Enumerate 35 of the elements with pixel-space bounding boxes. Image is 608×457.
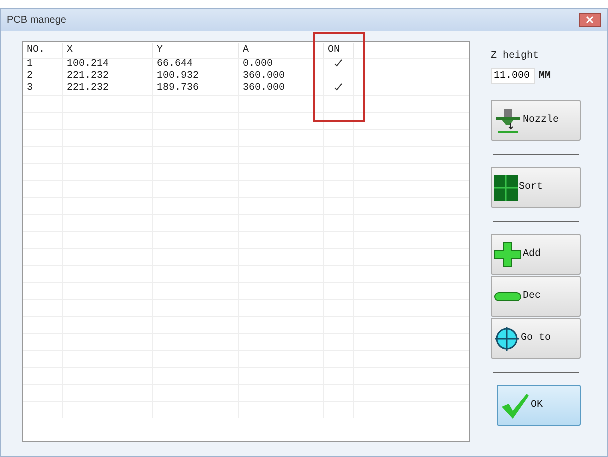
table-cell: 221.232	[63, 83, 153, 95]
add-button[interactable]: Add	[491, 234, 581, 275]
ok-button[interactable]: OK	[497, 385, 581, 426]
go-to-button[interactable]: Go to	[491, 318, 581, 359]
dec-button[interactable]: Dec	[491, 276, 581, 317]
crosshair-icon	[494, 326, 520, 352]
close-icon	[586, 16, 594, 24]
nozzle-button[interactable]: Nozzle	[491, 100, 581, 141]
close-button[interactable]	[579, 13, 601, 27]
table-cell: 0.000	[239, 59, 324, 71]
table-cell: 66.644	[153, 59, 239, 71]
column-header: NO.	[23, 43, 63, 58]
checkmark-icon	[500, 392, 530, 420]
window-title: PCB manege	[7, 14, 66, 28]
column-header: Y	[153, 43, 239, 58]
z-height-field[interactable]: 11.000	[491, 68, 535, 84]
table-cell: 100.932	[153, 71, 239, 83]
nozzle-icon	[494, 108, 522, 134]
grid-icon	[494, 174, 518, 200]
minus-icon	[494, 292, 522, 302]
table-cell: 189.736	[153, 83, 239, 95]
table-cell: 360.000	[239, 83, 324, 95]
plus-icon	[494, 242, 522, 268]
sort-button[interactable]: Sort	[491, 167, 581, 208]
column-header: ON	[324, 43, 354, 58]
column-header: A	[239, 43, 324, 58]
table-cell: 3	[23, 83, 63, 95]
z-height-label: Z height	[491, 50, 540, 64]
table-cell: 100.214	[63, 59, 153, 71]
table-cell: 221.232	[63, 71, 153, 83]
unit-label: MM	[539, 70, 552, 84]
table-cell: 1	[23, 59, 63, 71]
column-header: X	[63, 43, 153, 58]
table-cell: 360.000	[239, 71, 324, 83]
table-cell: 2	[23, 71, 63, 83]
